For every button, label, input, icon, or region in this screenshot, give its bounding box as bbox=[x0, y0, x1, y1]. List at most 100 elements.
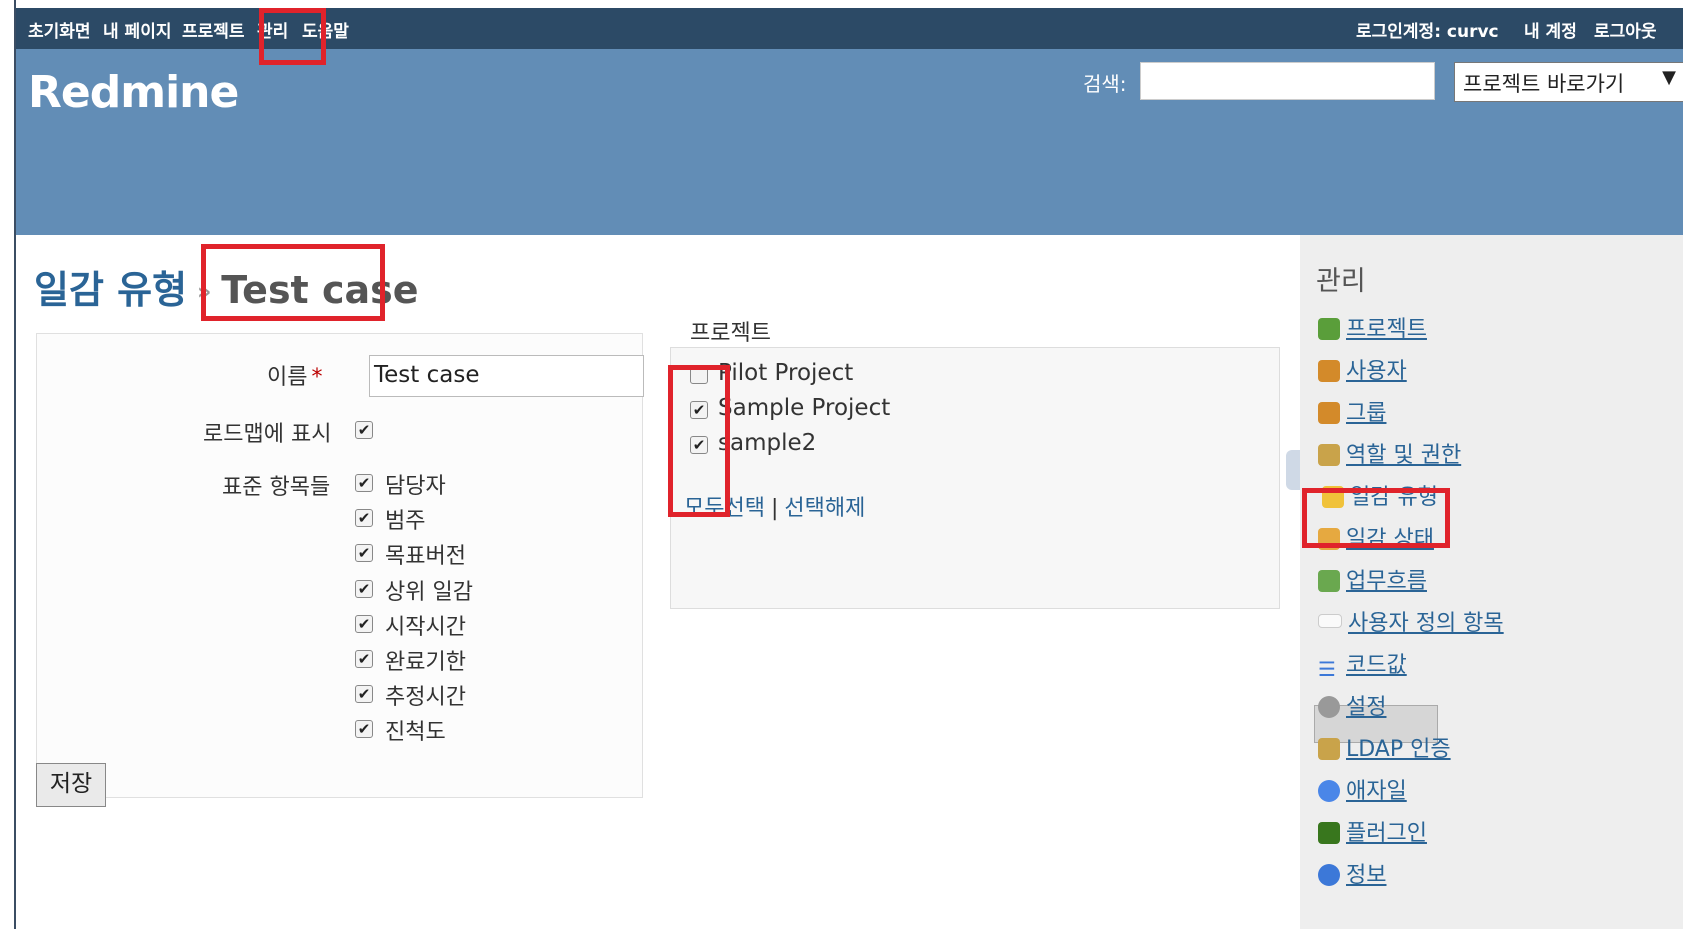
top-menu-projects[interactable]: 프로젝트 bbox=[182, 17, 245, 42]
tracker-name-input[interactable]: Test case bbox=[369, 355, 644, 397]
group-icon bbox=[1318, 402, 1340, 424]
top-menu-logout[interactable]: 로그아웃 bbox=[1594, 17, 1657, 42]
sidebar-item-users[interactable]: 사용자 bbox=[1318, 353, 1407, 385]
sidebar-item-label: 설정 bbox=[1346, 695, 1387, 720]
settings-icon bbox=[1318, 696, 1340, 718]
sidebar-toggle-handle[interactable] bbox=[1286, 450, 1300, 490]
sidebar-item-roles[interactable]: 역할 및 권한 bbox=[1318, 437, 1461, 469]
core-field-checkbox-target-version[interactable]: ✔ bbox=[355, 544, 373, 562]
workflow-icon bbox=[1318, 570, 1340, 592]
top-menu-admin[interactable]: 관리 bbox=[257, 17, 288, 42]
core-field-checkbox-parent-issue[interactable]: ✔ bbox=[355, 580, 373, 598]
sidebar-item-label: 업무흐름 bbox=[1346, 569, 1427, 594]
core-field-label: 목표버전 bbox=[385, 544, 466, 569]
sidebar-item-groups[interactable]: 그룹 bbox=[1318, 395, 1386, 427]
top-menu: 초기화면 내 페이지 프로젝트 관리 도움말 로그인계정: curvc 내 계정… bbox=[16, 8, 1683, 49]
project-jump-select[interactable]: 프로젝트 바로가기 ▼ bbox=[1454, 62, 1683, 102]
top-menu-my-account[interactable]: 내 계정 bbox=[1524, 17, 1577, 42]
sidebar-title: 관리 bbox=[1316, 266, 1366, 297]
tracker-name-title: Test case bbox=[221, 268, 419, 312]
sidebar-item-label: 그룹 bbox=[1346, 401, 1387, 426]
core-field-checkbox-category[interactable]: ✔ bbox=[355, 509, 373, 527]
search-label: 검색: bbox=[1083, 72, 1127, 96]
core-field-label: 상위 일감 bbox=[385, 580, 473, 605]
project-label: sample2 bbox=[718, 430, 817, 456]
check-all-link[interactable]: 모두선택 bbox=[684, 496, 765, 521]
roadmap-checkbox[interactable]: ✔ bbox=[355, 421, 373, 439]
core-fields-label: 표준 항목들 bbox=[222, 475, 331, 500]
sidebar-item-custom-fields[interactable]: 사용자 정의 항목 bbox=[1318, 605, 1504, 637]
chevron-down-icon: ▼ bbox=[1662, 67, 1676, 88]
name-label-text: 이름 bbox=[267, 365, 308, 390]
main-content: 일감 유형 » Test case 이름 * Test case 로드맵에 표시 ✔ … bbox=[18, 235, 1300, 929]
project-label: Pilot Project bbox=[718, 360, 854, 386]
core-field-checkbox-estimated-time[interactable]: ✔ bbox=[355, 685, 373, 703]
app-logo[interactable]: Redmine bbox=[28, 67, 239, 118]
admin-sidebar: 관리 프로젝트 사용자 그룹 역할 및 권한 일감 유형 일감 상태 업무흐름 … bbox=[1300, 235, 1683, 929]
sidebar-item-label: 애자일 bbox=[1346, 779, 1407, 804]
core-field-label: 시작시간 bbox=[385, 615, 466, 640]
core-field-checkbox-due-date[interactable]: ✔ bbox=[355, 650, 373, 668]
save-button[interactable]: 저장 bbox=[36, 763, 106, 807]
breadcrumb-trackers-link[interactable]: 일감 유형 bbox=[34, 268, 187, 312]
sidebar-item-info[interactable]: 정보 bbox=[1318, 857, 1386, 889]
uncheck-all-link[interactable]: 선택해제 bbox=[784, 496, 865, 521]
sidebar-item-enumerations[interactable]: ☰ 코드값 bbox=[1318, 647, 1407, 680]
sidebar-item-label: 코드값 bbox=[1346, 653, 1407, 678]
tracker-form-box: 이름 * Test case 로드맵에 표시 ✔ 표준 항목들 ✔ 담당자 ✔ 범… bbox=[36, 333, 644, 798]
top-menu-help[interactable]: 도움말 bbox=[302, 17, 349, 42]
sidebar-item-label: 사용자 정의 항목 bbox=[1348, 611, 1504, 636]
sidebar-item-label: 프로젝트 bbox=[1346, 317, 1427, 342]
roles-icon bbox=[1318, 444, 1340, 466]
core-field-checkbox-start-date[interactable]: ✔ bbox=[355, 615, 373, 633]
sidebar-item-label: 정보 bbox=[1346, 863, 1387, 888]
core-field-checkbox-assignee[interactable]: ✔ bbox=[355, 474, 373, 492]
project-checkbox-pilot[interactable] bbox=[690, 366, 708, 384]
list-icon: ☰ bbox=[1318, 657, 1336, 681]
project-jump-label: 프로젝트 바로가기 bbox=[1463, 72, 1625, 96]
sidebar-item-workflow[interactable]: 업무흐름 bbox=[1318, 563, 1427, 595]
sidebar-item-label: 역할 및 권한 bbox=[1346, 443, 1462, 468]
sidebar-item-ldap[interactable]: LDAP 인증 bbox=[1318, 731, 1451, 763]
user-icon bbox=[1318, 360, 1340, 382]
breadcrumb-separator: » bbox=[197, 280, 212, 305]
roadmap-label: 로드맵에 표시 bbox=[203, 422, 332, 447]
logged-in-as: 로그인계정: curvc bbox=[1356, 22, 1499, 42]
sidebar-item-projects[interactable]: 프로젝트 bbox=[1318, 311, 1427, 343]
core-field-label: 범주 bbox=[385, 509, 426, 534]
core-field-label: 추정시간 bbox=[385, 685, 466, 710]
issue-status-icon bbox=[1318, 528, 1340, 550]
sidebar-item-label: 사용자 bbox=[1346, 359, 1407, 384]
sidebar-item-settings[interactable]: 설정 bbox=[1318, 689, 1386, 721]
search-input[interactable] bbox=[1140, 62, 1435, 100]
projects-icon bbox=[1318, 318, 1340, 340]
core-field-label: 담당자 bbox=[385, 474, 446, 499]
sidebar-item-label: 일감 유형 bbox=[1350, 485, 1438, 510]
top-menu-my-page[interactable]: 내 페이지 bbox=[103, 17, 171, 42]
core-field-checkbox-done-ratio[interactable]: ✔ bbox=[355, 720, 373, 738]
core-field-label: 완료기한 bbox=[385, 650, 466, 675]
select-links: 모두선택 | 선택해제 bbox=[684, 490, 865, 522]
header: Redmine 검색: 프로젝트 바로가기 ▼ bbox=[16, 49, 1683, 235]
top-menu-home[interactable]: 초기화면 bbox=[28, 17, 91, 42]
required-mark: * bbox=[311, 365, 323, 390]
core-field-label: 진척도 bbox=[385, 720, 446, 745]
window-left-edge bbox=[0, 0, 16, 929]
sidebar-item-plugins[interactable]: 플러그인 bbox=[1318, 815, 1427, 847]
sidebar-item-label: 일감 상태 bbox=[1346, 527, 1434, 552]
project-checkbox-sample[interactable]: ✔ bbox=[690, 401, 708, 419]
custom-fields-icon bbox=[1318, 614, 1342, 628]
sidebar-item-label: 플러그인 bbox=[1346, 821, 1427, 846]
project-checkbox-sample2[interactable]: ✔ bbox=[690, 436, 708, 454]
info-icon bbox=[1318, 864, 1340, 886]
sidebar-item-agile[interactable]: 애자일 bbox=[1318, 773, 1407, 805]
ldap-icon bbox=[1318, 738, 1340, 760]
sidebar-item-issue-statuses[interactable]: 일감 상태 bbox=[1318, 521, 1434, 553]
project-label: Sample Project bbox=[718, 395, 891, 421]
plugin-icon bbox=[1318, 822, 1340, 844]
tracker-icon bbox=[1322, 486, 1344, 508]
projects-fieldset bbox=[670, 347, 1280, 609]
name-label: 이름 * bbox=[267, 359, 322, 391]
agile-icon bbox=[1318, 780, 1340, 802]
sidebar-item-trackers[interactable]: 일감 유형 bbox=[1322, 479, 1438, 511]
